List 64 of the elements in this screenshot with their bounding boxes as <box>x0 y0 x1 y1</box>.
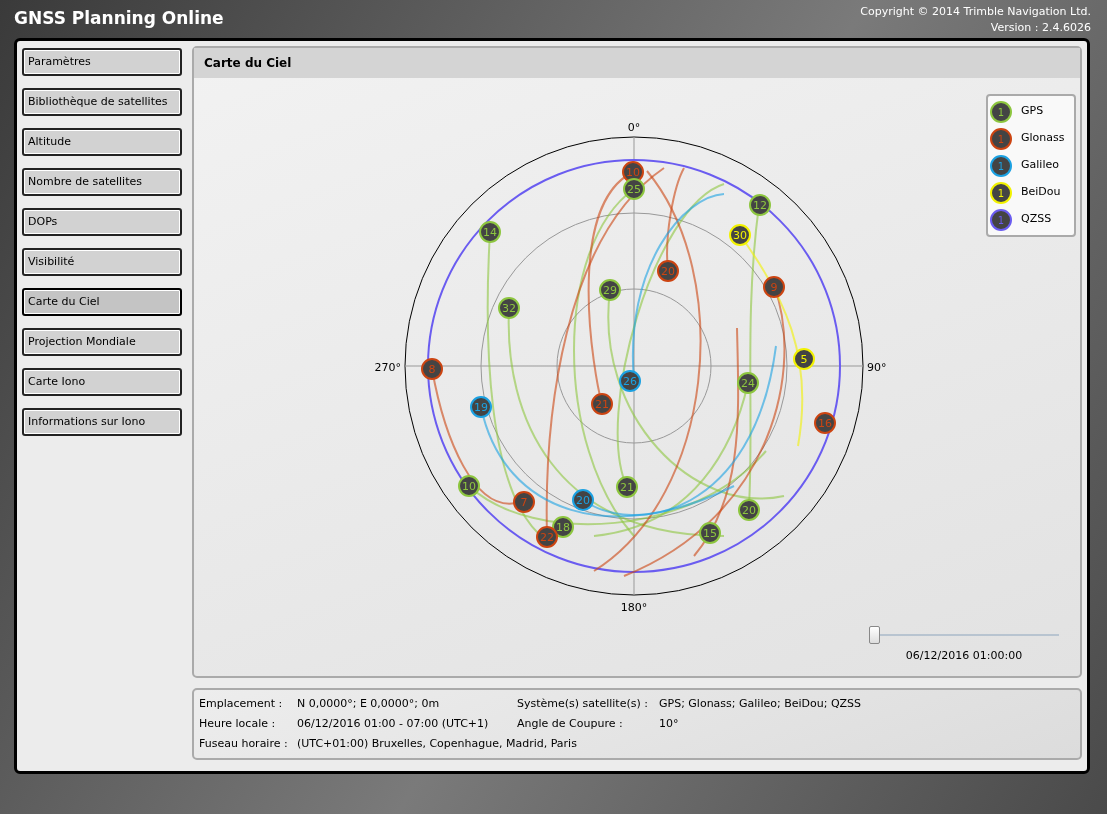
satellite-marker: 20 <box>738 499 760 521</box>
panel-title: Carte du Ciel <box>204 55 292 72</box>
satellite-marker: 9 <box>763 276 785 298</box>
satellite-marker: 20 <box>572 489 594 511</box>
sidebar-item[interactable]: Bibliothèque de satellites <box>22 88 182 116</box>
sidebar-item[interactable]: Projection Mondiale <box>22 328 182 356</box>
sidebar-item[interactable]: Informations sur Iono <box>22 408 182 436</box>
legend-marker: 1 <box>990 100 1012 123</box>
direction-label: 90° <box>867 361 887 374</box>
satellite-marker: 21 <box>591 393 613 415</box>
satellite-marker: 29 <box>599 279 621 301</box>
info-label: Emplacement : <box>199 696 284 712</box>
info-value: 06/12/2016 01:00 - 07:00 (UTC+1) <box>297 716 490 732</box>
satellite-marker: 22 <box>536 526 558 548</box>
satellite-marker: 19 <box>470 396 492 418</box>
info-value: N 0,0000°; E 0,0000°; 0m <box>297 696 441 712</box>
legend-label: QZSS <box>1021 211 1052 228</box>
sidebar-item[interactable]: Altitude <box>22 128 182 156</box>
satellite-marker: 16 <box>814 412 836 434</box>
satellite-marker: 15 <box>699 522 721 544</box>
direction-label: 270° <box>374 361 401 374</box>
legend-label: GPS <box>1021 103 1044 120</box>
copyright-text: Copyright © 2014 Trimble Navigation Ltd. <box>860 4 1091 20</box>
info-label: Fuseau horaire : <box>199 736 289 752</box>
legend-label: Glonass <box>1021 130 1065 147</box>
sidebar-item[interactable]: Carte du Ciel <box>22 288 182 316</box>
info-value: GPS; Glonass; Galileo; BeiDou; QZSS <box>659 696 863 712</box>
legend-marker: 1 <box>990 127 1012 150</box>
info-label: Système(s) satellite(s) : <box>517 696 649 712</box>
satellite-marker: 32 <box>498 297 520 319</box>
satellite-marker: 12 <box>749 194 771 216</box>
sidebar-item[interactable]: DOPs <box>22 208 182 236</box>
info-label: Angle de Coupure : <box>517 716 624 732</box>
sidebar-item[interactable]: Visibilité <box>22 248 182 276</box>
info-value: 10° <box>659 716 680 732</box>
satellite-marker: 14 <box>479 221 501 243</box>
info-value: (UTC+01:00) Bruxelles, Copenhague, Madrid, Paris <box>297 736 578 752</box>
satellite-marker: 24 <box>737 372 759 394</box>
satellite-marker: 20 <box>657 260 679 282</box>
legend-label: BeiDou <box>1021 184 1061 201</box>
legend-marker: 1 <box>990 154 1012 177</box>
sidebar-item[interactable]: Paramètres <box>22 48 182 76</box>
time-reading: 06/12/2016 01:00:00 <box>905 647 1023 664</box>
legend-label: Galileo <box>1021 157 1059 174</box>
satellite-marker: 18 <box>552 516 574 538</box>
satellite-marker: 8 <box>421 358 443 380</box>
satellite-marker: 26 <box>619 370 641 392</box>
sidebar-item[interactable]: Carte Iono <box>22 368 182 396</box>
satellite-marker: 21 <box>616 476 638 498</box>
satellite-marker: 5 <box>793 348 815 370</box>
satellite-marker: 10 <box>458 475 480 497</box>
satellite-marker: 30 <box>729 224 751 246</box>
direction-label: 0° <box>627 121 641 134</box>
info-label: Heure locale : <box>199 716 277 732</box>
legend-marker: 1 <box>990 181 1012 204</box>
version-text: Version : 2.4.6026 <box>990 20 1091 36</box>
time-slider[interactable] <box>869 625 1059 644</box>
app-title: GNSS Planning Online <box>14 7 224 30</box>
slider-thumb[interactable] <box>869 625 880 644</box>
legend-marker: 1 <box>990 208 1012 231</box>
sidebar-item[interactable]: Nombre de satellites <box>22 168 182 196</box>
satellite-marker: 25 <box>623 178 645 200</box>
direction-label: 180° <box>620 601 648 614</box>
satellite-marker: 7 <box>513 491 535 513</box>
